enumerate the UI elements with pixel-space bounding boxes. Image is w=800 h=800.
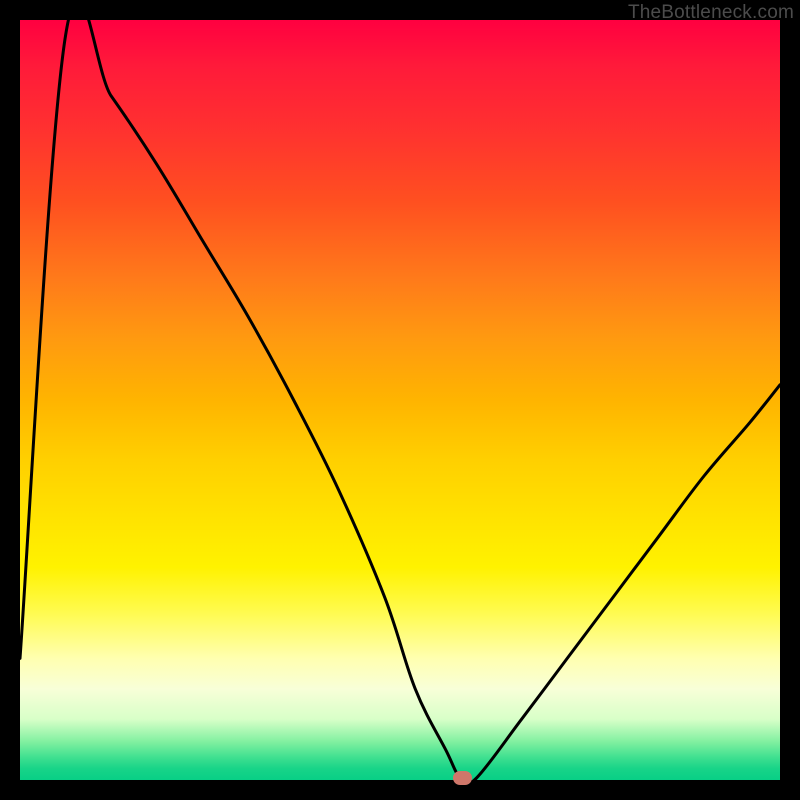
bottleneck-curve	[20, 20, 780, 780]
watermark-text: TheBottleneck.com	[628, 2, 794, 24]
chart-plot-area	[20, 20, 780, 780]
chart-outer-frame: TheBottleneck.com	[0, 0, 800, 800]
optimal-point-marker	[453, 771, 472, 785]
